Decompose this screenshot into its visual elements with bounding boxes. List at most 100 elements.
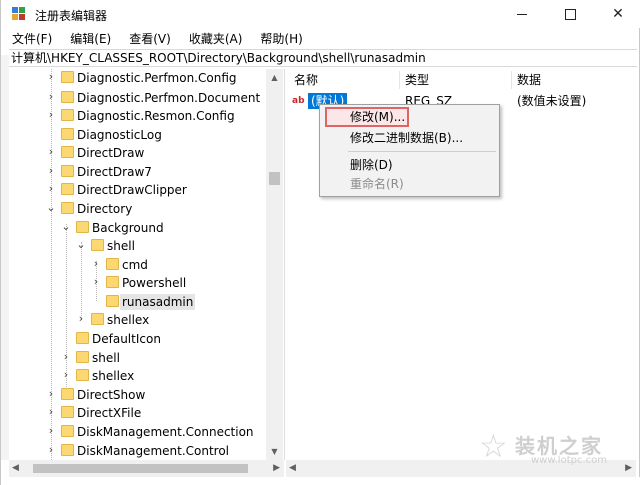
tree-item[interactable]: › shell — [9, 349, 269, 367]
scroll-up-icon[interactable]: ▲ — [266, 69, 283, 86]
column-header-type[interactable]: 类型 — [405, 71, 429, 89]
collapse-arrow-icon[interactable]: ⌄ — [60, 220, 72, 234]
window-title: 注册表编辑器 — [35, 9, 108, 23]
folder-icon — [106, 295, 119, 307]
close-icon: ✕ — [612, 6, 624, 22]
folder-icon — [91, 239, 104, 251]
menu-item-modify[interactable]: 修改(M)... — [350, 108, 405, 126]
folder-icon — [106, 276, 119, 288]
tree-item[interactable]: › Powershell — [9, 274, 269, 292]
folder-icon — [106, 258, 119, 270]
tree-item-label: DiagnosticLog — [77, 128, 162, 142]
folder-icon — [61, 202, 74, 214]
tree-item[interactable]: › Diagnostic.Resmon.Config — [9, 107, 269, 125]
tree-item[interactable]: DiagnosticLog — [9, 126, 269, 144]
collapse-arrow-icon[interactable]: ⌄ — [75, 238, 87, 252]
folder-icon — [61, 146, 74, 158]
tree-item-label: shell — [107, 239, 135, 253]
folder-icon — [61, 128, 74, 140]
tree-item-selected[interactable]: runasadmin — [9, 293, 269, 311]
folder-icon — [61, 425, 74, 437]
expand-arrow-icon[interactable]: › — [45, 164, 57, 178]
expand-arrow-icon[interactable]: › — [45, 443, 57, 457]
background-page-edge — [1, 55, 9, 460]
tree-item-label: runasadmin — [120, 294, 196, 310]
tree-vertical-scrollbar[interactable]: ▲ ▼ — [266, 69, 283, 460]
folder-icon — [76, 351, 89, 363]
menu-separator — [348, 151, 496, 152]
expand-arrow-icon[interactable]: › — [45, 182, 57, 196]
menu-item-delete[interactable]: 删除(D) — [350, 156, 393, 174]
scroll-left-icon[interactable]: ◀ — [289, 460, 296, 477]
expand-arrow-icon[interactable]: › — [45, 405, 57, 419]
menu-edit[interactable]: 编辑(E) — [57, 28, 116, 47]
status-bar — [1, 477, 640, 485]
scroll-down-icon[interactable]: ▼ — [266, 443, 283, 460]
scroll-right-icon[interactable]: ▶ — [273, 460, 280, 477]
tree-item[interactable]: › DiskManagement.Connection — [9, 423, 269, 441]
menu-item-rename: 重命名(R) — [350, 177, 404, 191]
address-bar[interactable]: 计算机\HKEY_CLASSES_ROOT\Directory\Backgrou… — [9, 49, 637, 67]
expand-arrow-icon[interactable]: › — [45, 90, 57, 104]
collapse-arrow-icon[interactable]: ⌄ — [45, 201, 57, 215]
tree-item[interactable]: › shellex — [9, 367, 269, 385]
close-button[interactable]: ✕ — [595, 0, 640, 28]
tree-horizontal-scrollbar[interactable]: ◀ ▶ — [9, 460, 284, 477]
scroll-left-icon[interactable]: ◀ — [12, 460, 19, 477]
column-header-data[interactable]: 数据 — [517, 71, 541, 89]
expand-arrow-icon[interactable]: › — [45, 424, 57, 438]
tree-item-label: Diagnostic.Perfmon.Config — [77, 71, 237, 85]
tree-item-label: shell — [92, 351, 120, 365]
folder-icon — [76, 369, 89, 381]
scroll-thumb[interactable] — [269, 172, 280, 185]
maximize-button[interactable] — [547, 0, 593, 28]
tree-item-label: cmd — [122, 258, 148, 272]
folder-icon — [61, 406, 74, 418]
tree-item-label: Diagnostic.Resmon.Config — [77, 109, 235, 123]
tree-item[interactable]: ⌄ Directory — [9, 200, 269, 218]
tree-item[interactable]: › Diagnostic.Perfmon.Document — [9, 89, 269, 107]
tree-item[interactable]: › cmd — [9, 256, 269, 274]
tree-item-label: DiskManagement.Connection — [77, 425, 254, 439]
expand-arrow-icon[interactable]: › — [60, 350, 72, 364]
menu-favorites[interactable]: 收藏夹(A) — [176, 28, 248, 47]
title-bar[interactable]: 注册表编辑器 ✕ — [1, 0, 640, 28]
tree-item[interactable]: › DiskManagement.Control — [9, 442, 269, 460]
folder-icon — [61, 71, 74, 83]
menu-file[interactable]: 文件(F) — [1, 28, 57, 47]
expand-arrow-icon[interactable]: › — [45, 108, 57, 122]
column-divider[interactable] — [511, 71, 512, 89]
folder-icon — [61, 183, 74, 195]
context-menu: 修改(M)... 修改二进制数据(B)... 删除(D) 重命名(R) — [319, 104, 500, 197]
tree-item[interactable]: ⌄ shell — [9, 237, 269, 255]
expand-arrow-icon[interactable]: › — [90, 257, 102, 271]
folder-icon — [76, 221, 89, 233]
expand-arrow-icon[interactable]: › — [60, 368, 72, 382]
column-header-name[interactable]: 名称 — [294, 71, 318, 89]
tree-item[interactable]: ⌄ Background — [9, 219, 269, 237]
tree-item[interactable]: › Diagnostic.Perfmon.Config — [9, 69, 269, 87]
tree-item[interactable]: › DirectShow — [9, 386, 269, 404]
tree-item[interactable]: DefaultIcon — [9, 330, 269, 348]
tree-item-label: Directory — [77, 202, 133, 216]
expand-arrow-icon[interactable]: › — [75, 312, 87, 326]
expand-arrow-icon[interactable]: › — [90, 275, 102, 289]
folder-icon — [61, 388, 74, 400]
menu-bar: 文件(F) 编辑(E) 查看(V) 收藏夹(A) 帮助(H) — [1, 28, 640, 47]
expand-arrow-icon[interactable]: › — [45, 70, 57, 84]
menu-view[interactable]: 查看(V) — [116, 28, 176, 47]
tree-item[interactable]: › shellex — [9, 311, 269, 329]
column-divider[interactable] — [399, 71, 400, 89]
tree-item-label: DirectShow — [77, 388, 146, 402]
tree-item[interactable]: › DirectDrawClipper — [9, 181, 269, 199]
expand-arrow-icon[interactable]: › — [45, 387, 57, 401]
menu-help[interactable]: 帮助(H) — [247, 28, 307, 47]
tree-item[interactable]: › DirectDraw — [9, 144, 269, 162]
minimize-icon — [517, 13, 527, 15]
minimize-button[interactable] — [499, 0, 545, 28]
tree-item[interactable]: › DirectXFile — [9, 404, 269, 422]
expand-arrow-icon[interactable]: › — [45, 145, 57, 159]
scroll-thumb[interactable] — [33, 464, 248, 473]
tree-item[interactable]: › DirectDraw7 — [9, 163, 269, 181]
menu-item-modify-binary[interactable]: 修改二进制数据(B)... — [350, 129, 463, 147]
